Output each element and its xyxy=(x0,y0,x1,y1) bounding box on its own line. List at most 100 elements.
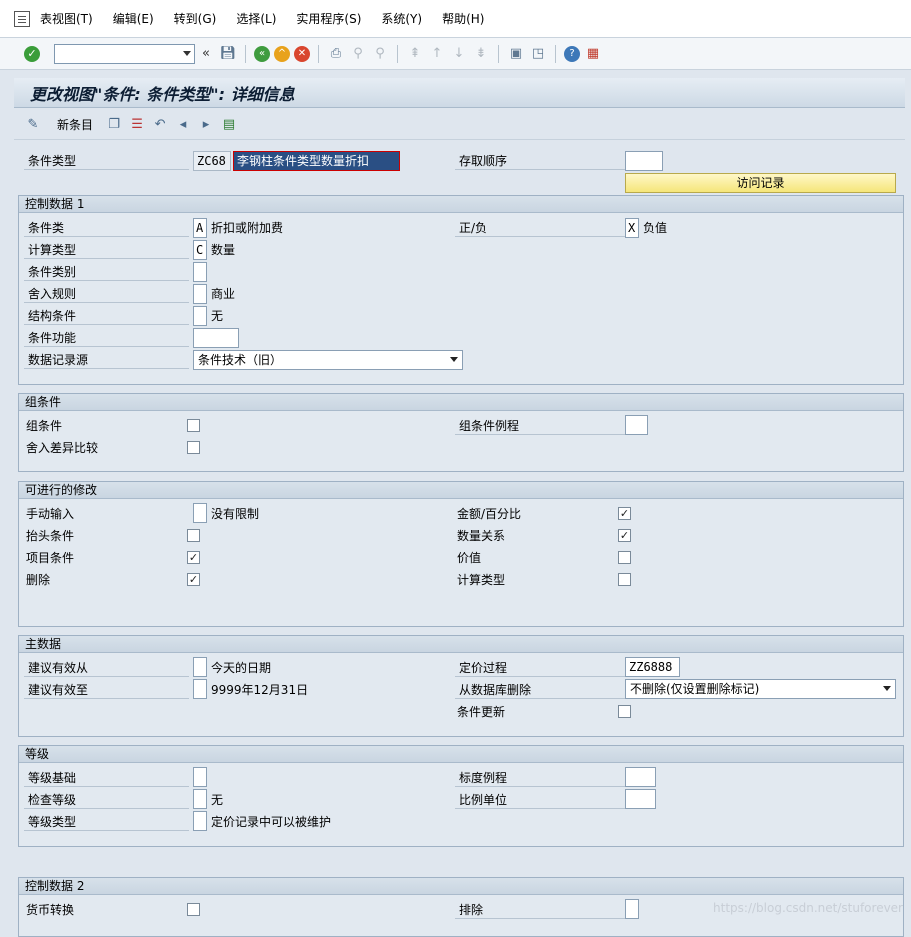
toolbar-divider xyxy=(318,44,319,63)
amount-percent-checkbox[interactable]: ✓ xyxy=(618,507,631,520)
first-page-icon[interactable]: ⇞ xyxy=(406,45,424,63)
menu-goto[interactable]: 转到(G) xyxy=(174,10,217,27)
scale-unit-label: 比例单位 xyxy=(455,791,625,809)
undo-icon[interactable]: ↶ xyxy=(151,116,169,134)
menu-bar: 表视图(T) 编辑(E) 转到(G) 选择(L) 实用程序(S) 系统(Y) 帮… xyxy=(0,0,911,38)
double-chevron-left-icon[interactable]: « xyxy=(197,45,215,63)
rounding-difference-label: 舍入差异比较 xyxy=(26,441,99,455)
db-delete-dropdown[interactable]: 不删除(仅设置删除标记) xyxy=(625,679,896,699)
help-icon[interactable]: ? xyxy=(564,45,580,62)
exit-icon[interactable]: ^ xyxy=(274,45,290,62)
menu-utilities[interactable]: 实用程序(S) xyxy=(296,10,361,27)
menu-edit[interactable]: 编辑(E) xyxy=(113,10,154,27)
check-scale-label: 检查等级 xyxy=(24,791,189,809)
header-condition-checkbox[interactable] xyxy=(187,529,200,542)
toolbar-divider xyxy=(555,44,556,63)
scale-routine-input[interactable] xyxy=(625,767,656,787)
cancel-icon[interactable]: ✕ xyxy=(294,45,310,62)
last-page-icon[interactable]: ⇟ xyxy=(472,45,490,63)
condition-function-input[interactable] xyxy=(193,328,239,348)
valid-from-input[interactable] xyxy=(193,657,207,677)
condition-update-label: 条件更新 xyxy=(457,705,506,719)
condition-class-input[interactable]: A xyxy=(193,218,207,238)
previous-page-icon[interactable]: ↑ xyxy=(428,45,446,63)
previous-entry-icon[interactable]: ◂ xyxy=(174,116,192,134)
plus-minus-text: 负值 xyxy=(643,221,668,235)
standard-toolbar: ✓ « 💾︎ « ^ ✕ ⎙ ⚲ ⚲ ⇞ ↑ ↓ ⇟ ▣ ◳ ? ▦ xyxy=(0,38,911,70)
rounding-difference-checkbox[interactable] xyxy=(187,441,200,454)
manual-entry-input[interactable] xyxy=(193,503,207,523)
currency-conversion-checkbox[interactable] xyxy=(187,903,200,916)
pricing-procedure-label: 定价过程 xyxy=(455,659,625,677)
rounding-rule-label: 舍入规则 xyxy=(24,285,189,303)
chevron-down-icon[interactable] xyxy=(183,50,191,56)
check-scale-text: 无 xyxy=(211,793,224,807)
group-header: 可进行的修改 xyxy=(19,482,903,499)
data-source-dropdown[interactable]: 条件技术（旧） xyxy=(193,350,463,370)
rounding-rule-input[interactable] xyxy=(193,284,207,304)
print-icon[interactable]: ⎙ xyxy=(327,45,345,63)
copy-icon[interactable]: ❐ xyxy=(105,116,123,134)
next-entry-icon[interactable]: ▸ xyxy=(197,116,215,134)
valid-to-input[interactable] xyxy=(193,679,207,699)
plus-minus-input[interactable]: X xyxy=(625,218,639,238)
access-sequence-input[interactable] xyxy=(625,151,663,171)
enter-check-icon[interactable]: ✓ xyxy=(24,45,40,62)
app-menu-icon[interactable] xyxy=(14,10,30,27)
group-header: 控制数据 2 xyxy=(19,878,903,895)
scale-routine-label: 标度例程 xyxy=(455,769,625,787)
menu-help[interactable]: 帮助(H) xyxy=(442,10,484,27)
menu-system[interactable]: 系统(Y) xyxy=(381,10,422,27)
access-sequence-label: 存取顺序 xyxy=(455,152,625,170)
condition-category-input[interactable] xyxy=(193,262,207,282)
structure-condition-input[interactable] xyxy=(193,306,207,326)
find-icon[interactable]: ⚲ xyxy=(349,45,367,63)
menu-table-view[interactable]: 表视图(T) xyxy=(40,10,93,27)
new-entry-pencil-icon[interactable]: ✎ xyxy=(24,116,42,134)
item-condition-label: 项目条件 xyxy=(26,551,75,565)
chevron-down-icon[interactable] xyxy=(450,357,458,362)
check-scale-input[interactable] xyxy=(193,789,207,809)
delete-checkbox[interactable]: ✓ xyxy=(187,573,200,586)
value-checkbox[interactable] xyxy=(618,551,631,564)
back-icon[interactable]: « xyxy=(254,45,270,62)
manual-entry-label: 手动输入 xyxy=(26,507,75,521)
select-all-icon[interactable]: ▤ xyxy=(220,116,238,134)
scale-type-input[interactable] xyxy=(193,811,207,831)
chevron-down-icon[interactable] xyxy=(883,686,891,691)
new-session-icon[interactable]: ▣ xyxy=(507,45,525,63)
customize-layout-icon[interactable]: ▦ xyxy=(584,45,602,63)
new-entry-button[interactable]: 新条目 xyxy=(57,116,93,133)
item-condition-checkbox[interactable]: ✓ xyxy=(187,551,200,564)
exclusion-input[interactable] xyxy=(625,899,639,919)
find-next-icon[interactable]: ⚲ xyxy=(371,45,389,63)
group-condition-checkbox[interactable] xyxy=(187,419,200,432)
next-page-icon[interactable]: ↓ xyxy=(450,45,468,63)
condition-type-description-input[interactable]: 李钢柱条件类型数量折扣 xyxy=(233,151,400,171)
command-field[interactable] xyxy=(54,43,195,64)
rounding-rule-text: 商业 xyxy=(211,287,236,301)
scale-base-input[interactable] xyxy=(193,767,207,787)
condition-category-label: 条件类别 xyxy=(24,263,189,281)
pricing-procedure-input[interactable]: ZZ6888 xyxy=(625,657,680,677)
calculation-type-input[interactable]: C xyxy=(193,240,207,260)
save-icon[interactable]: 💾︎ xyxy=(219,45,237,63)
quantity-relation-label: 数量关系 xyxy=(457,529,506,543)
toolbar-divider xyxy=(498,44,499,63)
menu-selection[interactable]: 选择(L) xyxy=(236,10,276,27)
condition-type-label: 条件类型 xyxy=(24,152,189,170)
delete-row-icon[interactable]: ☰ xyxy=(128,116,146,134)
calculation-type-label: 计算类型 xyxy=(24,241,189,259)
group-routine-input[interactable] xyxy=(625,415,648,435)
shortcut-icon[interactable]: ◳ xyxy=(529,45,547,63)
application-toolbar: ✎ 新条目 ❐ ☰ ↶ ◂ ▸ ▤ xyxy=(14,110,905,140)
calc-type-change-checkbox[interactable] xyxy=(618,573,631,586)
access-records-button[interactable]: 访问记录 xyxy=(625,173,896,193)
quantity-relation-checkbox[interactable]: ✓ xyxy=(618,529,631,542)
scale-unit-input[interactable] xyxy=(625,789,656,809)
condition-update-checkbox[interactable] xyxy=(618,705,631,718)
data-source-label: 数据记录源 xyxy=(24,351,189,369)
scale-type-label: 等级类型 xyxy=(24,813,189,831)
amount-percent-label: 金额/百分比 xyxy=(457,507,522,521)
scale-base-label: 等级基础 xyxy=(24,769,189,787)
